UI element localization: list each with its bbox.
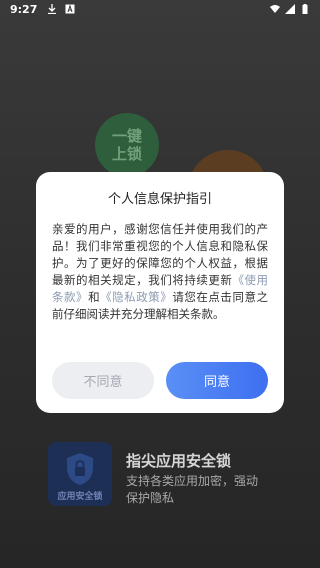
privacy-dialog: 个人信息保护指引 亲爱的用户，感谢您信任并使用我们的产品！我们非常重视您的个人信… <box>36 172 284 413</box>
feature-title: 指尖应用安全锁 <box>126 452 232 470</box>
wifi-icon <box>270 5 280 13</box>
app-lock-icon: 应用安全锁 <box>48 442 112 506</box>
dialog-body: 亲爱的用户，感谢您信任并使用我们的产品！我们非常重视您的个人信息和隐私保护。为了… <box>52 221 268 323</box>
signal-icon <box>285 4 295 14</box>
download-icon <box>48 4 57 14</box>
quick-lock-bubble: 一键 上锁 <box>95 113 159 177</box>
feature-desc-line1: 支持各类应用加密，强动 <box>126 474 259 488</box>
shield-icon <box>67 453 93 485</box>
battery-icon <box>302 4 308 14</box>
letter-a-icon <box>65 4 75 14</box>
status-bar: 9:27 <box>0 0 320 18</box>
disagree-button[interactable]: 不同意 <box>52 362 154 399</box>
privacy-policy-link[interactable]: 《隐私政策》 <box>100 290 172 304</box>
agree-button[interactable]: 同意 <box>166 362 268 399</box>
feature-text: 指尖应用安全锁 支持各类应用加密，强动 保护隐私 <box>126 442 258 507</box>
bubble-text-line2: 上锁 <box>111 145 142 163</box>
and-text: 和 <box>88 290 101 304</box>
icon-label: 应用安全锁 <box>57 492 103 502</box>
dialog-buttons: 不同意 同意 <box>52 362 268 399</box>
feature-desc-line2: 保护隐私 <box>126 491 175 505</box>
bubble-text-line1: 一键 <box>111 127 142 145</box>
feature-desc: 支持各类应用加密，强动 保护隐私 <box>126 473 258 507</box>
feature-row: 应用安全锁 指尖应用安全锁 支持各类应用加密，强动 保护隐私 <box>48 442 308 510</box>
dialog-title: 个人信息保护指引 <box>107 192 212 207</box>
status-time: 9:27 <box>10 2 38 16</box>
